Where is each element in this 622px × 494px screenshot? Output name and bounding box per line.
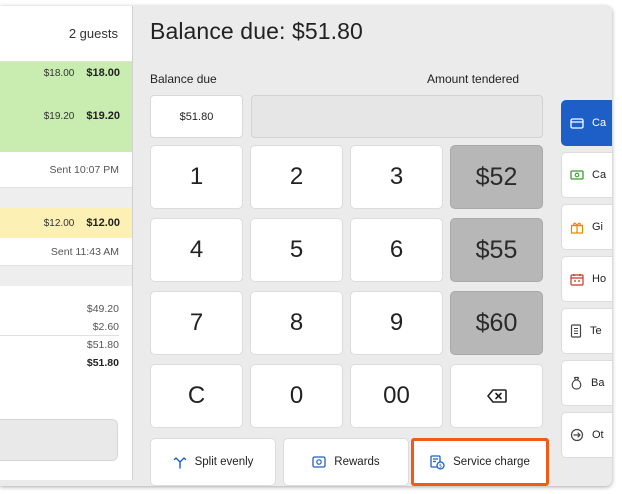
key-7[interactable]: 7 — [150, 291, 243, 355]
guest-count[interactable]: 2 guests — [0, 6, 132, 62]
svg-text:$: $ — [439, 463, 442, 469]
tender-type-bag[interactable]: Ba — [561, 360, 612, 406]
sent-status: Sent 11:43 AM — [0, 238, 132, 266]
amount-tendered-input[interactable] — [251, 95, 543, 138]
key-3[interactable]: 3 — [350, 145, 443, 209]
balance-due-label: Balance due — [150, 72, 217, 86]
tax-value: $2.60 — [0, 318, 119, 336]
tender-type-house-account[interactable]: Ho — [561, 256, 612, 302]
order-panel: 2 guests $18.00 $18.00 $19.20 $19.20 Sen… — [0, 6, 133, 480]
document-icon — [570, 324, 582, 338]
quick-amount-60[interactable]: $60 — [450, 291, 543, 355]
key-clear[interactable]: C — [150, 364, 243, 428]
rewards-button[interactable]: Rewards — [283, 438, 409, 486]
sent-status: Sent 10:07 PM — [0, 152, 132, 188]
key-9[interactable]: 9 — [350, 291, 443, 355]
seat-divider — [0, 266, 132, 286]
page-title: Balance due: $51.80 — [150, 18, 363, 44]
tender-type-tab[interactable]: Te — [561, 308, 612, 354]
list-item[interactable]: $19.20 $19.20 — [0, 102, 132, 130]
key-5[interactable]: 5 — [250, 218, 343, 282]
pos-window: 2 guests $18.00 $18.00 $19.20 $19.20 Sen… — [0, 6, 612, 486]
tender-type-other[interactable]: Ot — [561, 412, 612, 458]
backspace-icon — [486, 389, 507, 403]
service-charge-icon: $ — [430, 454, 445, 470]
seat-divider — [0, 188, 132, 208]
key-2[interactable]: 2 — [250, 145, 343, 209]
key-0[interactable]: 0 — [250, 364, 343, 428]
order-action-button[interactable] — [0, 419, 118, 461]
tender-type-card[interactable]: Ca — [561, 100, 612, 146]
house-account-icon — [570, 273, 584, 286]
balance-value: $51.80 — [86, 357, 119, 369]
gift-icon — [570, 221, 584, 234]
quick-amount-55[interactable]: $55 — [450, 218, 543, 282]
backspace-button[interactable] — [450, 364, 543, 428]
split-evenly-button[interactable]: Split evenly — [150, 438, 276, 486]
list-item[interactable]: $18.00 $18.00 — [0, 62, 132, 84]
subtotal-value: $49.20 — [86, 303, 119, 315]
order-totals: $49.20 $2.60 $51.80 $51.80 — [0, 286, 132, 372]
key-6[interactable]: 6 — [350, 218, 443, 282]
split-arrows-icon — [173, 455, 187, 469]
key-4[interactable]: 4 — [150, 218, 243, 282]
key-8[interactable]: 8 — [250, 291, 343, 355]
tender-type-cash[interactable]: Ca — [561, 152, 612, 198]
amount-tendered-label: Amount tendered — [427, 72, 520, 86]
total-value: $51.80 — [86, 339, 119, 351]
credit-card-icon — [570, 117, 584, 129]
balance-due-field[interactable]: $51.80 — [150, 95, 243, 138]
order-seat-group: $18.00 $18.00 $19.20 $19.20 — [0, 62, 132, 152]
quick-amount-52[interactable]: $52 — [450, 145, 543, 209]
rewards-card-icon — [312, 456, 326, 468]
key-1[interactable]: 1 — [150, 145, 243, 209]
service-charge-button[interactable]: $ Service charge — [411, 438, 549, 486]
key-00[interactable]: 00 — [350, 364, 443, 428]
tender-type-gift-card[interactable]: Gi — [561, 204, 612, 250]
cash-icon — [570, 170, 584, 180]
money-bag-icon — [570, 376, 583, 390]
list-item[interactable]: $12.00 $12.00 — [0, 208, 132, 238]
other-arrow-icon — [570, 428, 584, 442]
